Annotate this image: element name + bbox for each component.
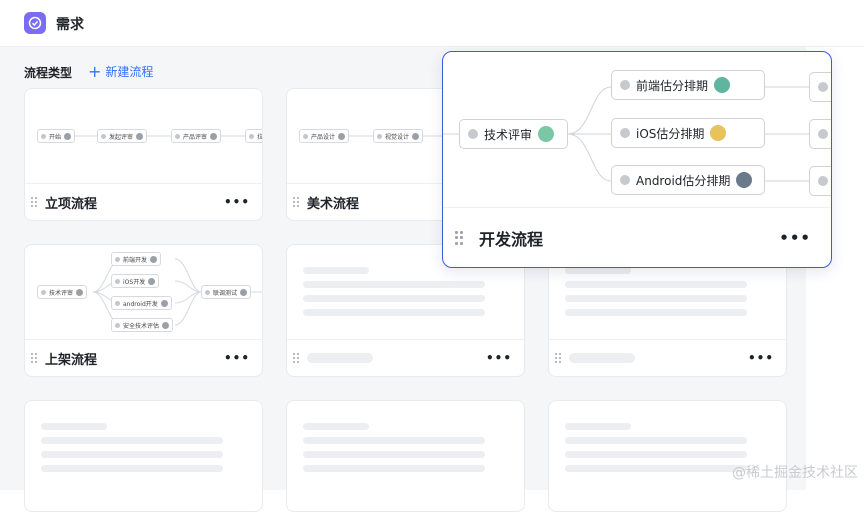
flow-preview: 技术评审 前端估分排期 iOS估分排期 Android估分排期	[443, 52, 831, 208]
node-label: Android估分排期	[636, 173, 731, 188]
top-bar: 需求	[0, 0, 864, 47]
check-circle-icon	[24, 12, 46, 34]
flow-node[interactable]: 技术评审	[459, 119, 568, 149]
more-icon[interactable]: •••	[486, 351, 512, 365]
flow-node[interactable]	[809, 119, 831, 149]
mini-node: 拉	[245, 129, 262, 143]
mini-node: 技术评审	[37, 285, 88, 299]
mini-node: 前端开发	[111, 252, 162, 266]
avatar	[538, 126, 555, 142]
mini-node: 联调测试	[201, 285, 252, 299]
node-label: 前端估分排期	[636, 78, 709, 93]
mini-node: iOS开发	[111, 274, 160, 288]
more-icon[interactable]: •••	[748, 351, 774, 365]
flow-node[interactable]	[809, 166, 831, 196]
card-title: 立项流程	[45, 196, 98, 212]
flow-card-dragging[interactable]: 技术评审 前端估分排期 iOS估分排期 Android估分排期 开发流程 •••	[442, 51, 832, 268]
flow-card-loading	[548, 400, 787, 512]
flow-node[interactable]: iOS估分排期	[611, 118, 765, 148]
status-dot	[620, 80, 630, 90]
drag-handle-icon[interactable]	[293, 197, 299, 207]
status-dot	[620, 128, 630, 138]
node-label: 技术评审	[484, 127, 533, 142]
card-title: 开发流程	[479, 230, 544, 249]
skeleton-title	[307, 353, 373, 363]
card-title: 上架流程	[45, 352, 98, 368]
page-title: 需求	[56, 17, 84, 33]
section-title: 流程类型	[24, 66, 73, 80]
node-label: iOS估分排期	[636, 126, 705, 141]
avatar	[710, 125, 727, 141]
more-icon[interactable]: •••	[779, 229, 811, 247]
flow-preview: 开始 发起评审 产品评审 拉	[25, 89, 262, 184]
flow-card-loading	[286, 400, 525, 512]
card-title: 美术流程	[307, 196, 360, 212]
drag-handle-icon[interactable]	[455, 231, 463, 245]
mini-node: android开发	[111, 296, 172, 310]
avatar	[736, 172, 753, 188]
drag-handle-icon[interactable]	[293, 353, 299, 363]
flow-card-initiation[interactable]: 开始 发起评审 产品评审 拉 立项流程 •••	[24, 88, 263, 221]
card-footer: •••	[549, 340, 786, 376]
drag-handle-icon[interactable]	[31, 197, 37, 207]
mini-node: 开始	[37, 129, 76, 143]
more-icon[interactable]: •••	[224, 351, 250, 365]
card-footer: 开发流程 •••	[443, 209, 831, 267]
status-dot	[468, 129, 478, 139]
plus-icon: +	[88, 61, 102, 81]
card-footer: 立项流程 •••	[25, 184, 262, 220]
new-flow-button[interactable]: + 新建流程	[88, 63, 153, 80]
card-footer: 上架流程 •••	[25, 340, 262, 376]
more-icon[interactable]: •••	[224, 195, 250, 209]
mini-node: 视觉设计	[373, 129, 424, 143]
new-flow-label: 新建流程	[105, 65, 154, 79]
mini-node: 发起评审	[97, 129, 148, 143]
skeleton-title	[569, 353, 635, 363]
flow-card-release[interactable]: 技术评审 前端开发 iOS开发 android开发 安全技术评估 联调测试 上架…	[24, 244, 263, 377]
mini-node: 产品评审	[171, 129, 222, 143]
mini-node: 产品设计	[299, 129, 350, 143]
flow-node[interactable]: 前端估分排期	[611, 70, 765, 100]
flow-node[interactable]	[809, 72, 831, 102]
status-dot	[620, 175, 630, 185]
card-footer: •••	[287, 340, 524, 376]
flow-node[interactable]: Android估分排期	[611, 165, 765, 195]
flow-card-loading	[24, 400, 263, 512]
drag-handle-icon[interactable]	[555, 353, 561, 363]
drag-handle-icon[interactable]	[31, 353, 37, 363]
mini-node: 安全技术评估	[111, 318, 174, 332]
watermark: @稀土掘金技术社区	[732, 465, 858, 481]
avatar	[714, 77, 731, 93]
flow-preview: 技术评审 前端开发 iOS开发 android开发 安全技术评估 联调测试	[25, 245, 262, 340]
